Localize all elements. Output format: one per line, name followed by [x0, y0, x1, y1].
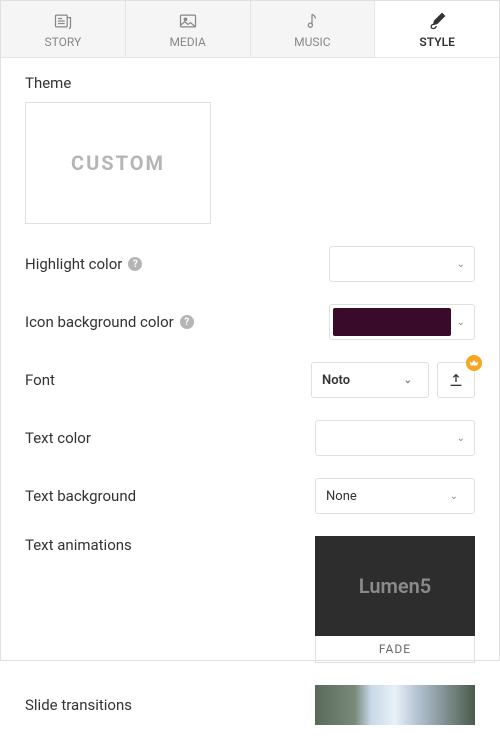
highlight-color-picker[interactable]: ⌄	[329, 246, 475, 282]
tab-style[interactable]: STYLE	[375, 1, 499, 57]
upload-font-button[interactable]	[437, 362, 475, 398]
tab-music[interactable]: MUSIC	[251, 1, 376, 57]
theme-preview[interactable]: CUSTOM	[25, 102, 211, 224]
icon-bg-color-label: Icon background color	[25, 313, 174, 331]
text-animations-label: Text animations	[25, 536, 132, 554]
brush-icon	[427, 11, 447, 31]
slide-transition-preview[interactable]	[315, 685, 475, 725]
color-swatch-fill	[319, 424, 451, 452]
tab-story[interactable]: STORY	[1, 1, 126, 57]
music-note-icon	[302, 11, 322, 31]
chevron-down-icon: ⌄	[451, 259, 471, 270]
animation-preview-box: Lumen5	[315, 536, 475, 636]
text-animation-option[interactable]: Lumen5 FADE	[315, 536, 475, 663]
color-swatch-fill	[333, 250, 451, 278]
text-color-label: Text color	[25, 429, 91, 447]
tab-label: MUSIC	[294, 35, 330, 49]
tab-label: MEDIA	[169, 35, 205, 49]
highlight-color-label: Highlight color	[25, 255, 122, 273]
crown-icon	[469, 358, 479, 368]
slide-transitions-label: Slide transitions	[25, 696, 132, 714]
help-icon[interactable]: ?	[128, 257, 142, 271]
image-icon	[178, 11, 198, 31]
text-background-label: Text background	[25, 487, 136, 505]
tab-label: STORY	[45, 35, 82, 49]
icon-bg-color-picker[interactable]: ⌄	[329, 304, 475, 340]
font-value: Noto	[322, 373, 350, 388]
chevron-down-icon: ⌄	[444, 491, 464, 502]
text-background-value: None	[326, 489, 357, 504]
upload-icon	[448, 372, 464, 388]
theme-label: Theme	[25, 74, 475, 92]
premium-badge	[466, 355, 482, 371]
chevron-down-icon: ⌄	[451, 433, 471, 444]
tabs-bar: STORY MEDIA MUSIC STYLE	[1, 1, 499, 58]
font-label: Font	[25, 371, 55, 389]
tab-media[interactable]: MEDIA	[126, 1, 251, 57]
newspaper-icon	[53, 11, 73, 31]
style-panel: Theme CUSTOM Highlight color ? ⌄ Icon ba…	[1, 58, 499, 741]
chevron-down-icon: ⌄	[398, 375, 418, 386]
text-color-picker[interactable]: ⌄	[315, 420, 475, 456]
animation-name: FADE	[315, 636, 475, 663]
animation-preview-text: Lumen5	[359, 574, 431, 598]
help-icon[interactable]: ?	[180, 315, 194, 329]
tab-label: STYLE	[419, 35, 454, 49]
text-background-select[interactable]: None ⌄	[315, 478, 475, 514]
color-swatch-fill	[333, 308, 451, 336]
font-select[interactable]: Noto ⌄	[311, 362, 429, 398]
theme-name: CUSTOM	[71, 151, 165, 175]
chevron-down-icon: ⌄	[451, 317, 471, 328]
